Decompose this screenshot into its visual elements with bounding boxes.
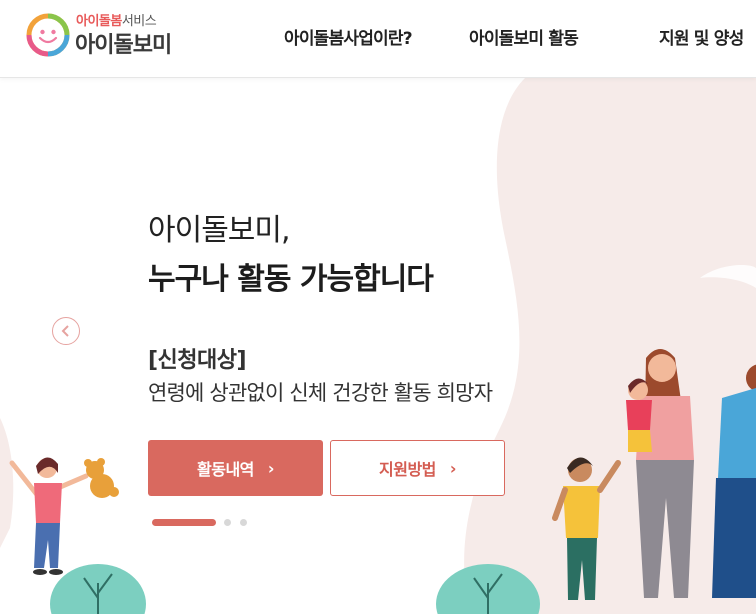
nav-item-activity[interactable]: 아이돌보미 활동: [469, 24, 579, 49]
girl-with-teddy-illustration: [9, 457, 119, 575]
chevron-left-icon: [61, 325, 69, 337]
activity-history-label: 활동내역: [197, 460, 254, 479]
main-nav: 아이돌봄사업이란? 아이돌보미 활동 지원 및 양성: [0, 24, 756, 49]
hero-illustration: [0, 78, 756, 614]
nav-item-about[interactable]: 아이돌봄사업이란?: [284, 24, 413, 49]
nav-item-support[interactable]: 지원 및 양성: [659, 24, 744, 49]
activity-history-button[interactable]: 활동내역 ›: [148, 440, 323, 496]
chevron-right-icon: ›: [449, 458, 457, 478]
site-header: 아이돌봄서비스 아이돌보미 아이돌봄사업이란? 아이돌보미 활동 지원 및 양성: [0, 0, 756, 78]
carousel-prev-button[interactable]: [52, 317, 80, 345]
hero-headline-line2: 누구나 활동 가능합니다: [148, 262, 434, 297]
target-description: 연령에 상관없이 신체 건강한 활동 희망자: [148, 381, 493, 405]
how-to-apply-button[interactable]: 지원방법 ›: [330, 440, 505, 496]
carousel-dot[interactable]: [224, 519, 231, 526]
target-label: [신청대상]: [148, 348, 247, 373]
hero-banner: 아이돌보미, 누구나 활동 가능합니다 [신청대상] 연령에 상관없이 신체 건…: [0, 78, 756, 614]
carousel-dot[interactable]: [240, 519, 247, 526]
how-to-apply-label: 지원방법: [379, 460, 436, 479]
carousel-dot-active[interactable]: [152, 519, 216, 526]
hero-headline-line1: 아이돌보미,: [148, 213, 291, 248]
chevron-right-icon: ›: [267, 458, 275, 478]
pink-blob: [464, 78, 756, 614]
tree-left: [50, 564, 146, 614]
